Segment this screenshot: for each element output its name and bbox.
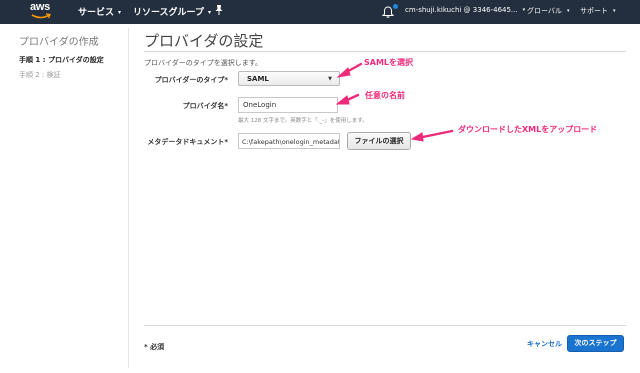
annotation-any-name: 任意の名前	[365, 91, 405, 100]
arrow-icon	[336, 62, 363, 78]
arrow-icon	[410, 129, 454, 142]
arrow-icon	[335, 93, 360, 105]
cancel-link[interactable]: キャンセル	[527, 339, 562, 349]
annotation-select-saml: SAMLを選択	[364, 58, 414, 67]
footer-divider	[144, 325, 626, 326]
annotation-upload-xml: ダウンロードしたXMLをアップロード	[458, 125, 598, 134]
annotation-arrows	[335, 62, 454, 142]
required-note: * 必須	[144, 343, 165, 351]
next-step-button[interactable]: 次のステップ	[567, 335, 624, 352]
